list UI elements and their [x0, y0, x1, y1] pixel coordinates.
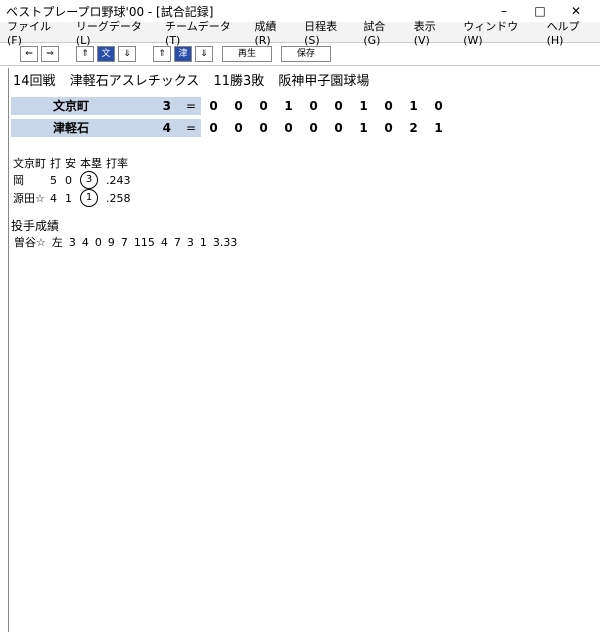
player-name: 岡: [13, 174, 24, 187]
inning-score: 1: [409, 99, 418, 113]
table-row[interactable]: 岡 5 0 3 .243: [11, 171, 133, 189]
team-tsugaru-button[interactable]: 津: [174, 46, 192, 62]
hr-circle: 3: [80, 171, 98, 189]
inning-score: 0: [234, 99, 243, 113]
ip: 7: [120, 235, 128, 249]
save-button[interactable]: 保存: [281, 46, 331, 62]
inning-score: 1: [284, 99, 293, 113]
er: 1: [199, 235, 207, 249]
ab: 4: [50, 191, 57, 205]
inning-score: 0: [209, 121, 218, 135]
col-hr: 本塁: [80, 157, 102, 170]
np: 115: [133, 235, 155, 249]
inning-score: 0: [384, 99, 393, 113]
inning-score: 0: [259, 99, 268, 113]
inning-score: 2: [409, 121, 418, 135]
l: 4: [81, 235, 89, 249]
inning-score: 0: [234, 121, 243, 135]
avg: .243: [106, 173, 131, 187]
col-h: 安: [65, 157, 76, 170]
inning-score: 1: [359, 121, 368, 135]
h: 0: [65, 173, 72, 187]
inning-score: 0: [209, 99, 218, 113]
ab: 5: [50, 173, 57, 187]
menu-view[interactable]: 表示(V): [407, 18, 456, 47]
prev-button[interactable]: ⇐: [20, 46, 38, 62]
down-button[interactable]: ⇓: [118, 46, 136, 62]
score-row: 津軽石 4 = 0 0 0 0 0 0 1 0 2 1: [11, 117, 595, 139]
menu-schedule[interactable]: 日程表(S): [297, 18, 356, 47]
score-team: 文京町: [11, 97, 131, 115]
score-eq: =: [181, 119, 201, 137]
batting-table-a: 文京町 打 安 本塁 打率 岡 5 0 3 .243 源田☆ 4 1 1 .25…: [11, 155, 133, 207]
round-label: 14回戦: [13, 74, 56, 89]
pitching-title: 投手成績: [11, 219, 60, 233]
close-button[interactable]: ✕: [558, 4, 594, 18]
replay-button[interactable]: 再生: [222, 46, 272, 62]
k: 7: [173, 235, 181, 249]
menu-help[interactable]: ヘルプ(H): [540, 18, 600, 47]
pitching-table: 曽谷☆ 左 3 4 0 9 7 115 4 7 3 1 3.33: [11, 234, 240, 250]
game-record: 14回戦 津軽石アスレチックス 11勝3敗 阪神甲子園球場 文京町 3 = 0 …: [8, 68, 595, 632]
down2-button[interactable]: ⇓: [195, 46, 213, 62]
team-bunkyo-button[interactable]: 文: [97, 46, 115, 62]
col-avg: 打率: [106, 157, 128, 170]
player-name: 源田☆: [13, 192, 45, 205]
table-header: 文京町 打 安 本塁 打率: [11, 155, 133, 171]
menu-window[interactable]: ウィンドウ(W): [456, 18, 539, 47]
score-total: 3: [131, 97, 181, 115]
team-label: 津軽石アスレチックス: [69, 74, 200, 89]
inning-score: 0: [259, 121, 268, 135]
inning-score: 1: [359, 99, 368, 113]
inning-score: 0: [309, 99, 318, 113]
table-row[interactable]: 源田☆ 4 1 1 .258: [11, 189, 133, 207]
inning-score: 0: [384, 121, 393, 135]
inning-score: 0: [334, 121, 343, 135]
menu-game[interactable]: 試合(G): [356, 18, 406, 47]
inning-score: 0: [434, 99, 443, 113]
score-row: 文京町 3 = 0 0 0 1 0 0 1 0 1 0: [11, 95, 595, 117]
pitching-section: 投手成績 曽谷☆ 左 3 4 0 9 7 115 4 7 3 1 3.33: [11, 217, 595, 250]
menu-league[interactable]: リーグデータ(L): [69, 18, 158, 47]
menu-bar: ファイル(F) リーグデータ(L) チームデータ(T) 成績(R) 日程表(S)…: [0, 20, 600, 47]
score-team: 津軽石: [11, 119, 131, 137]
minimize-button[interactable]: –: [486, 4, 522, 18]
team-name: 文京町: [13, 157, 46, 170]
h: 1: [65, 191, 72, 205]
venue-label: 阪神甲子園球場: [278, 74, 370, 89]
inning-score: 0: [334, 99, 343, 113]
score-total: 4: [131, 119, 181, 137]
up-button[interactable]: ⇑: [76, 46, 94, 62]
avg: .258: [106, 191, 131, 205]
s: 0: [94, 235, 102, 249]
table-row[interactable]: 曽谷☆ 左 3 4 0 9 7 115 4 7 3 1 3.33: [11, 234, 240, 250]
bb: 3: [186, 235, 194, 249]
inning-score: 1: [434, 121, 443, 135]
game-header: 14回戦 津軽石アスレチックス 11勝3敗 阪神甲子園球場: [13, 70, 595, 89]
hr-circle: 1: [80, 189, 98, 207]
ph: 4: [160, 235, 168, 249]
maximize-button[interactable]: □: [522, 4, 558, 18]
inning-score: 0: [284, 121, 293, 135]
col-ab: 打: [50, 157, 61, 170]
menu-team[interactable]: チームデータ(T): [158, 18, 247, 47]
w: 3: [68, 235, 76, 249]
era: 3.33: [212, 235, 238, 249]
pitcher-name: 曽谷☆: [14, 236, 46, 249]
g: 9: [107, 235, 115, 249]
inning-score: 0: [309, 121, 318, 135]
next-button[interactable]: ⇒: [41, 46, 59, 62]
score-eq: =: [181, 97, 201, 115]
menu-stats[interactable]: 成績(R): [247, 18, 297, 47]
record-label: 11勝3敗: [213, 74, 265, 89]
up2-button[interactable]: ⇑: [153, 46, 171, 62]
menu-file[interactable]: ファイル(F): [0, 18, 69, 47]
hand: 左: [51, 236, 63, 249]
